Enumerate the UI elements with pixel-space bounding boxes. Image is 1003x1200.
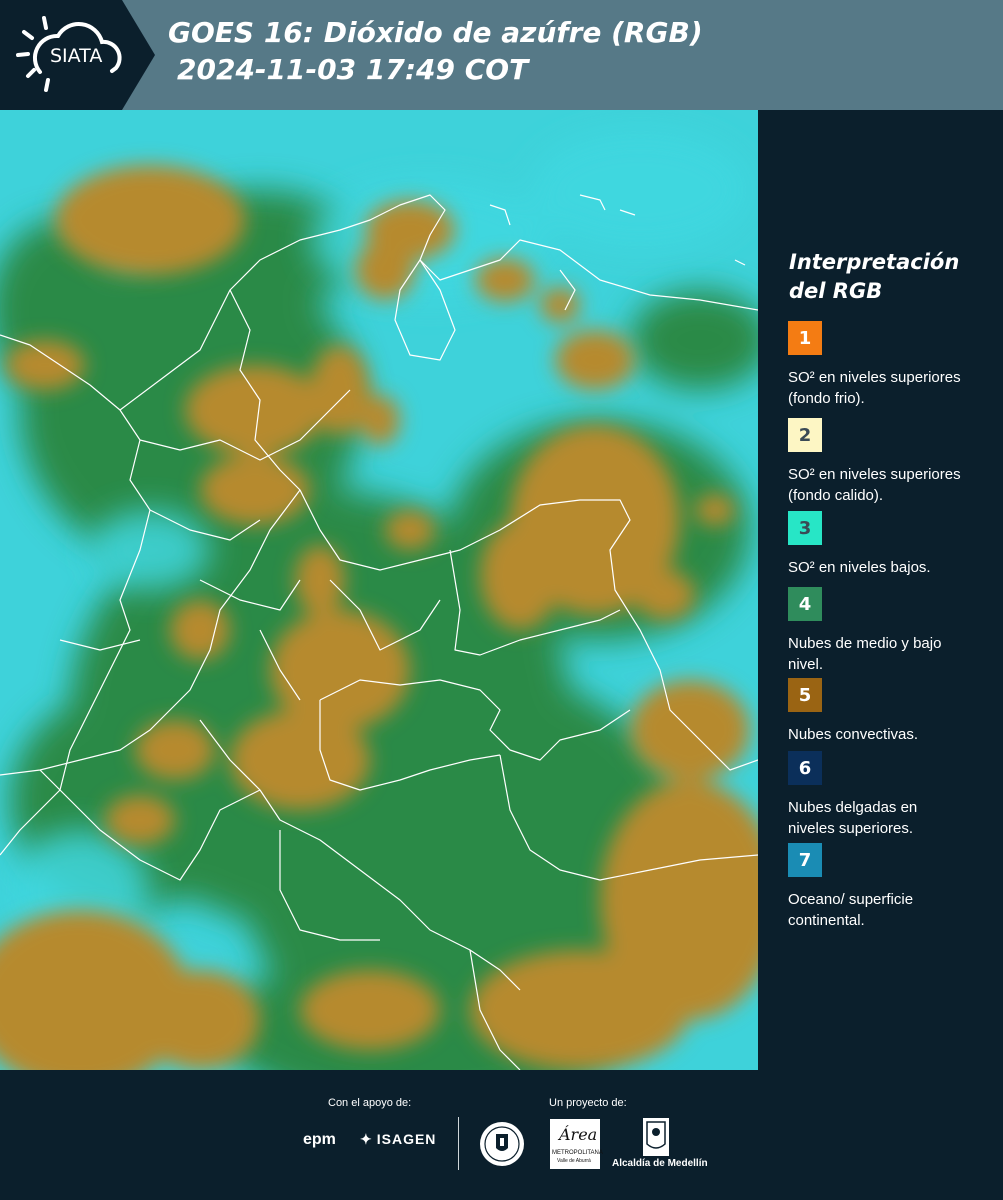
- legend-panel: Interpretación del RGB 1 SO² en niveles …: [760, 110, 1003, 1070]
- legend-swatch-1: 1: [788, 321, 822, 355]
- alcaldia-shield-icon: [643, 1118, 669, 1156]
- area-logo-sub: METROPOLITANA: [552, 1150, 603, 1156]
- legend-number-5: 5: [798, 684, 812, 706]
- legend-item-7: 7 Oceano/ superficie continental.: [788, 843, 988, 931]
- legend-item-3: 3 SO² en niveles bajos.: [788, 511, 988, 578]
- legend-item-2: 2 SO² en niveles superiores (fondo calid…: [788, 418, 988, 506]
- legend-text-4: Nubes de medio y bajo nivel.: [788, 635, 942, 673]
- isagen-mark-icon: ✦: [360, 1131, 373, 1147]
- legend-text-6: Nubes delgadas en niveles superiores.: [788, 799, 918, 837]
- legend-text-3: SO² en niveles bajos.: [788, 559, 931, 576]
- legend-title: Interpretación del RGB: [789, 250, 960, 303]
- legend-number-4: 4: [798, 593, 812, 615]
- legend-item-1: 1 SO² en niveles superiores (fondo frio)…: [788, 321, 988, 409]
- university-seal-icon: [478, 1120, 526, 1172]
- satellite-image: [0, 110, 758, 1070]
- legend-text-5: Nubes convectivas.: [788, 726, 919, 743]
- title-line-2: 2024-11-03 17:49 COT: [177, 53, 529, 86]
- project-label: Un proyecto de:: [549, 1097, 627, 1109]
- legend-swatch-2: 2: [788, 418, 822, 452]
- footer: Con el apoyo de: Un proyecto de: epm ✦ IS…: [0, 1070, 1003, 1200]
- header: SIATA GOES 16: Dióxido de azúfre (RGB) 2…: [0, 0, 1003, 110]
- legend-item-4: 4 Nubes de medio y bajo nivel.: [788, 587, 988, 675]
- alcaldia-logo-text: Alcaldía de Medellín: [612, 1158, 708, 1169]
- legend-swatch-3: 3: [788, 511, 822, 545]
- legend-number-3: 3: [798, 517, 812, 539]
- page-title: GOES 16: Dióxido de azúfre (RGB) 2024-11…: [168, 14, 703, 88]
- epm-logo: epm: [303, 1131, 336, 1149]
- area-logo-main: Área: [559, 1125, 598, 1144]
- legend-item-5: 5 Nubes convectivas.: [788, 678, 988, 745]
- legend-text-2: SO² en niveles superiores (fondo calido)…: [788, 466, 961, 504]
- legend-text-1: SO² en niveles superiores (fondo frio).: [788, 369, 961, 407]
- epm-logo-text: epm: [303, 1131, 336, 1148]
- footer-divider: [458, 1117, 459, 1170]
- legend-swatch-4: 4: [788, 587, 822, 621]
- isagen-logo-text: ISAGEN: [376, 1131, 437, 1147]
- legend-number-2: 2: [798, 424, 812, 446]
- legend-swatch-5: 5: [788, 678, 822, 712]
- legend-swatch-6: 6: [788, 751, 822, 785]
- area-logo-sub2: Valle de Aburrá: [557, 1158, 591, 1164]
- legend-text-7: Oceano/ superficie continental.: [788, 891, 914, 929]
- title-line-1: GOES 16: Dióxido de azúfre (RGB): [168, 16, 703, 49]
- legend-number-1: 1: [798, 327, 812, 349]
- legend-item-6: 6 Nubes delgadas en niveles superiores.: [788, 751, 988, 839]
- isagen-logo: ✦ ISAGEN: [360, 1131, 436, 1148]
- legend-number-6: 6: [798, 757, 812, 779]
- legend-number-7: 7: [798, 849, 812, 871]
- legend-swatch-7: 7: [788, 843, 822, 877]
- siata-brand-text: SIATA: [50, 45, 103, 67]
- support-label: Con el apoyo de:: [328, 1097, 412, 1109]
- area-metropolitana-logo: Área METROPOLITANA Valle de Aburrá: [550, 1119, 603, 1169]
- siata-logo: SIATA: [0, 0, 155, 110]
